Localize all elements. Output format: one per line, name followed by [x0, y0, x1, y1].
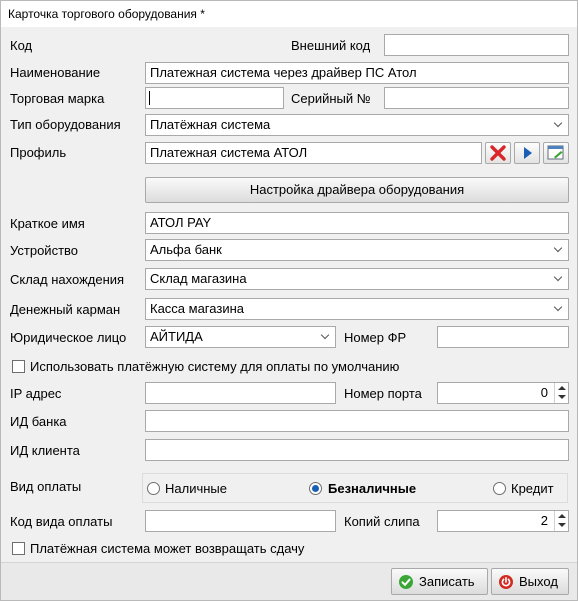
text-caret — [149, 91, 150, 105]
power-icon — [499, 575, 513, 589]
payment-code-label: Код вида оплаты — [10, 514, 113, 529]
profile-label: Профиль — [10, 145, 67, 160]
legal-entity-label: Юридическое лицо — [10, 330, 127, 345]
equipment-type-select[interactable]: Платёжная система — [145, 114, 569, 136]
profile-input[interactable]: Платежная система АТОЛ — [145, 142, 482, 164]
spin-up-icon[interactable] — [558, 386, 566, 390]
play-arrow-icon — [524, 147, 532, 159]
short-name-label: Краткое имя — [10, 216, 85, 231]
payment-kind-label: Вид оплаты — [10, 479, 82, 494]
exit-button[interactable]: Выход — [491, 568, 569, 595]
default-payment-label: Использовать платёжную систему для оплат… — [30, 359, 400, 374]
name-label: Наименование — [10, 65, 101, 80]
return-change-checkbox[interactable] — [12, 542, 25, 555]
default-payment-checkbox[interactable] — [12, 360, 25, 373]
device-value: Альфа банк — [150, 242, 222, 257]
return-change-label: Платёжная система может возвращать сдачу — [30, 541, 305, 556]
slip-copies-value: 2 — [540, 513, 548, 528]
brand-input[interactable] — [145, 87, 284, 109]
spin-up-icon[interactable] — [558, 514, 566, 518]
serial-label: Серийный № — [291, 91, 371, 106]
chevron-down-icon[interactable] — [317, 327, 335, 347]
code-label: Код — [10, 38, 33, 53]
bank-id-input[interactable] — [145, 410, 569, 432]
save-button[interactable]: Записать — [391, 568, 488, 595]
equipment-type-label: Тип оборудования — [10, 117, 121, 132]
spin-down-icon[interactable] — [558, 395, 566, 399]
spin-control[interactable] — [554, 383, 568, 403]
radio-credit-label: Кредит — [511, 481, 554, 496]
spin-control[interactable] — [554, 511, 568, 531]
money-pocket-label: Денежный карман — [10, 302, 121, 317]
radio-cash[interactable] — [147, 482, 160, 495]
open-profile-button[interactable] — [543, 142, 569, 164]
money-pocket-select[interactable]: Касса магазина — [145, 298, 569, 320]
warehouse-value: Склад магазина — [150, 271, 247, 286]
driver-settings-button[interactable]: Настройка драйвера оборудования — [145, 177, 569, 203]
brand-label: Торговая марка — [10, 91, 105, 106]
payment-code-input[interactable] — [145, 510, 336, 532]
radio-cashless[interactable] — [309, 482, 322, 495]
spin-down-icon[interactable] — [558, 523, 566, 527]
short-name-input[interactable]: АТОЛ PAY — [145, 212, 569, 234]
chevron-down-icon[interactable] — [550, 115, 568, 135]
port-number-value: 0 — [540, 385, 548, 400]
port-number-label: Номер порта — [344, 386, 422, 401]
fr-number-label: Номер ФР — [344, 330, 407, 345]
chevron-down-icon[interactable] — [550, 269, 568, 289]
legal-entity-value: АЙТИДА — [150, 329, 203, 344]
equipment-card-window: Карточка торгового оборудования * Код Вн… — [0, 0, 578, 601]
radio-credit[interactable] — [493, 482, 506, 495]
select-profile-button[interactable] — [514, 142, 540, 164]
port-number-spinner[interactable]: 0 — [437, 382, 569, 404]
warehouse-label: Склад нахождения — [10, 272, 125, 287]
serial-input[interactable] — [384, 87, 569, 109]
exit-button-label: Выход — [519, 574, 558, 589]
chevron-down-icon[interactable] — [550, 299, 568, 319]
bank-id-label: ИД банка — [10, 414, 67, 429]
save-button-label: Записать — [419, 574, 475, 589]
client-id-label: ИД клиента — [10, 443, 80, 458]
device-label: Устройство — [10, 243, 79, 258]
payment-kind-group: Наличные Безналичные Кредит — [142, 473, 568, 503]
money-pocket-value: Касса магазина — [150, 301, 244, 316]
client-id-input[interactable] — [145, 439, 569, 461]
device-select[interactable]: Альфа банк — [145, 239, 569, 261]
title-bar: Карточка торгового оборудования * — [1, 1, 577, 27]
chevron-down-icon[interactable] — [550, 240, 568, 260]
clear-profile-button[interactable] — [485, 142, 511, 164]
external-code-input[interactable] — [384, 34, 569, 56]
ip-address-input[interactable] — [145, 382, 336, 404]
equipment-type-value: Платёжная система — [150, 117, 271, 132]
window-edit-icon — [547, 145, 564, 160]
slip-copies-label: Копий слипа — [344, 514, 420, 529]
slip-copies-spinner[interactable]: 2 — [437, 510, 569, 532]
fr-number-input[interactable] — [437, 326, 569, 348]
warehouse-select[interactable]: Склад магазина — [145, 268, 569, 290]
window-title: Карточка торгового оборудования * — [8, 7, 205, 21]
radio-cashless-label: Безналичные — [328, 481, 417, 496]
name-input[interactable]: Платежная система через драйвер ПС Атол — [145, 62, 569, 84]
checkmark-icon — [399, 575, 413, 589]
legal-entity-select[interactable]: АЙТИДА — [145, 326, 336, 348]
ip-address-label: IP адрес — [10, 386, 62, 401]
clear-x-icon — [490, 145, 506, 161]
radio-cash-label: Наличные — [165, 481, 227, 496]
external-code-label: Внешний код — [291, 38, 371, 53]
